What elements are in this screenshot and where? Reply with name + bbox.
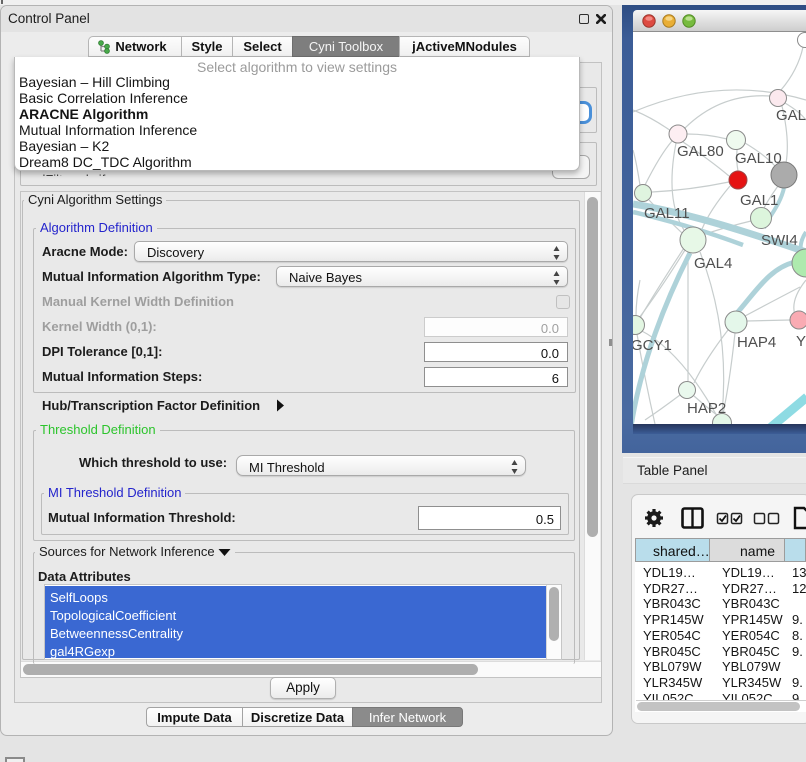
svg-text:GAL80: GAL80 (677, 143, 724, 160)
svg-text:YJR048W: YJR048W (796, 333, 806, 350)
svg-text:HAP4: HAP4 (737, 334, 776, 351)
svg-text:GAL4: GAL4 (694, 255, 732, 272)
svg-text:GCY1: GCY1 (633, 337, 672, 354)
svg-text:GAL11: GAL11 (644, 205, 690, 222)
svg-text:HAP2: HAP2 (687, 400, 726, 417)
svg-text:GAL2: GAL2 (776, 107, 806, 124)
svg-text:GAL1: GAL1 (740, 192, 778, 209)
svg-text:SWI4: SWI4 (761, 232, 798, 249)
svg-text:GAL10: GAL10 (735, 150, 782, 167)
